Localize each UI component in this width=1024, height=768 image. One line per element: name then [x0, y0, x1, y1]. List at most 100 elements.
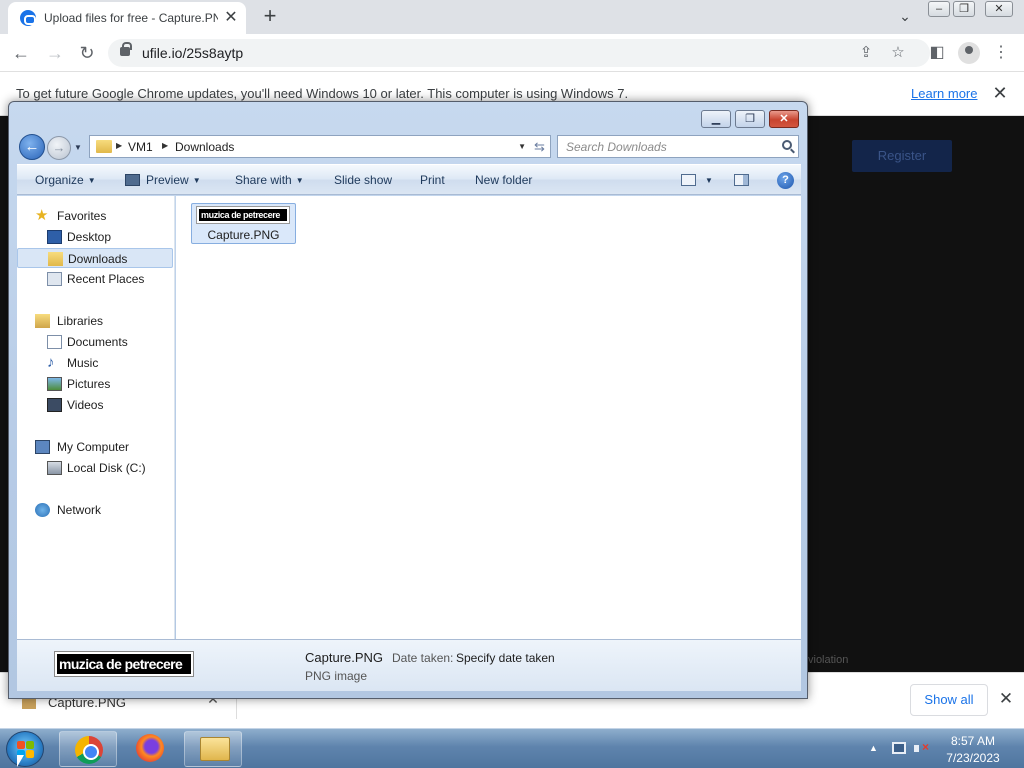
recent-places-icon	[47, 272, 62, 286]
breadcrumb-vm1[interactable]: VM1	[128, 140, 153, 154]
videos-icon	[47, 398, 62, 412]
shelf-close-icon[interactable]: ✕	[996, 689, 1016, 709]
browser-tab[interactable]: Upload files for free - Capture.PNG ✕	[8, 2, 246, 34]
breadcrumb-downloads[interactable]: Downloads	[175, 140, 234, 154]
breadcrumb-arrow-icon[interactable]: ▶	[162, 141, 168, 150]
desktop-icon	[47, 230, 62, 244]
file-item-capture-png[interactable]: muzica de petrecere Capture.PNG	[191, 203, 296, 244]
file-list-pane: muzica de petrecere Capture.PNG	[176, 196, 801, 639]
address-bar[interactable]: ufile.io/25s8aytp ⇪ ☆	[108, 39, 930, 67]
date-taken-value[interactable]: Specify date taken	[456, 651, 555, 665]
reload-icon[interactable]: ↻	[76, 42, 98, 64]
music-icon: ♪	[47, 354, 55, 371]
bookmark-star-icon[interactable]: ☆	[888, 43, 908, 63]
windows-explorer-icon	[200, 737, 230, 761]
nav-downloads[interactable]: Downloads	[17, 248, 173, 268]
chrome-icon	[75, 736, 103, 764]
share-icon[interactable]: ⇪	[856, 43, 876, 63]
documents-icon	[47, 335, 62, 349]
dialog-maximize-button[interactable]: ❐	[735, 110, 765, 128]
back-arrow-icon[interactable]: ←	[10, 42, 32, 64]
slide-show-button[interactable]: Slide show	[334, 173, 392, 187]
nav-local-disk[interactable]: Local Disk (C:)	[17, 458, 173, 478]
side-panel-icon[interactable]: ◧	[926, 42, 948, 64]
close-window-button[interactable]: ✕	[985, 1, 1013, 17]
nav-recent-places[interactable]: Recent Places	[17, 269, 173, 289]
windows-taskbar: ▲ 8:57 AM 7/23/2023	[0, 728, 1024, 768]
nav-desktop[interactable]: Desktop	[17, 227, 173, 247]
forward-arrow-icon[interactable]: →	[44, 42, 66, 64]
libraries-icon	[35, 314, 50, 328]
firefox-icon[interactable]	[136, 734, 164, 762]
file-thumbnail: muzica de petrecere	[197, 207, 289, 223]
file-open-dialog: ▁ ❐ ✕ ← → ▼ ▶ VM1 ▶ Downloads ▼ ⇆ Search…	[8, 101, 808, 699]
new-tab-button[interactable]: +	[258, 5, 282, 29]
infobar-close-icon[interactable]: ✕	[990, 83, 1010, 103]
back-icon[interactable]: ←	[19, 134, 45, 160]
file-name: Capture.PNG	[207, 228, 280, 242]
tab-close-icon[interactable]: ✕	[222, 9, 240, 27]
url-text: ufile.io/25s8aytp	[142, 45, 244, 61]
show-hidden-icons-icon[interactable]: ▲	[869, 743, 878, 753]
learn-more-link[interactable]: Learn more	[911, 86, 977, 101]
ufile-favicon-icon	[20, 10, 36, 26]
address-dropdown-icon[interactable]: ▼	[518, 142, 526, 151]
browser-toolbar: ← → ↻ ufile.io/25s8aytp ⇪ ☆ ◧ ⋮	[0, 34, 1024, 72]
infobar-message: To get future Google Chrome updates, you…	[16, 86, 629, 101]
nav-network[interactable]: Network	[17, 500, 173, 520]
register-button[interactable]: Register	[852, 140, 952, 172]
preview-button[interactable]: Preview ▼	[146, 173, 201, 187]
folder-icon	[96, 140, 112, 153]
help-icon[interactable]: ?	[777, 172, 794, 189]
view-options-dropdown-icon[interactable]: ▼	[705, 176, 713, 185]
navigation-pane: ★ Favorites Desktop Downloads Recent Pla…	[17, 196, 175, 639]
details-file-name: Capture.PNG	[305, 650, 384, 665]
taskbar-explorer-button[interactable]	[184, 731, 242, 767]
tab-strip: Upload files for free - Capture.PNG ✕ + …	[0, 0, 1024, 34]
start-button[interactable]	[6, 731, 44, 767]
refresh-icon[interactable]: ⇆	[529, 135, 551, 158]
dialog-minimize-button[interactable]: ▁	[701, 110, 731, 128]
search-placeholder: Search Downloads	[566, 140, 667, 154]
hard-disk-icon	[47, 461, 62, 475]
nav-libraries[interactable]: Libraries	[17, 311, 173, 331]
minimize-window-button[interactable]: –	[928, 1, 950, 17]
nav-music[interactable]: ♪ Music	[17, 353, 173, 373]
nav-favorites[interactable]: ★ Favorites	[17, 206, 173, 226]
details-preview-thumbnail: muzica de petrecere	[55, 652, 193, 676]
network-icon	[35, 503, 50, 517]
recent-pages-dropdown-icon[interactable]: ▼	[74, 143, 83, 152]
nav-my-computer[interactable]: My Computer	[17, 437, 173, 457]
new-folder-button[interactable]: New folder	[475, 173, 532, 187]
nav-pictures[interactable]: Pictures	[17, 374, 173, 394]
organize-button[interactable]: Organize ▼	[35, 173, 96, 187]
print-button[interactable]: Print	[420, 173, 445, 187]
details-file-type: PNG image	[305, 669, 368, 683]
preview-pane-icon[interactable]	[734, 174, 749, 186]
maximize-window-button[interactable]: ❐	[953, 1, 975, 17]
nav-documents[interactable]: Documents	[17, 332, 173, 352]
preview-icon	[125, 174, 140, 186]
explorer-address-bar[interactable]: ▶ VM1 ▶ Downloads ▼	[89, 135, 531, 158]
tab-search-chevron-icon[interactable]: ⌄	[896, 8, 914, 26]
tab-title: Upload files for free - Capture.PNG	[44, 11, 218, 25]
lock-icon	[120, 42, 132, 56]
computer-icon	[35, 440, 50, 454]
search-downloads-input[interactable]: Search Downloads	[557, 135, 799, 158]
share-with-button[interactable]: Share with ▼	[235, 173, 304, 187]
menu-kebab-icon[interactable]: ⋮	[990, 42, 1012, 64]
clock-date[interactable]: 7/23/2023	[938, 751, 1008, 765]
volume-muted-icon[interactable]	[914, 740, 930, 756]
breadcrumb-arrow-icon[interactable]: ▶	[116, 141, 122, 150]
clock-time[interactable]: 8:57 AM	[938, 734, 1008, 748]
taskbar-chrome-button[interactable]	[59, 731, 117, 767]
show-all-button[interactable]: Show all	[910, 684, 988, 716]
nav-videos[interactable]: Videos	[17, 395, 173, 415]
profile-avatar[interactable]	[958, 42, 980, 64]
dialog-close-button[interactable]: ✕	[769, 110, 799, 128]
search-icon[interactable]	[782, 140, 792, 150]
network-tray-icon[interactable]	[892, 742, 906, 754]
forward-icon[interactable]: →	[47, 136, 71, 160]
change-view-icon[interactable]	[681, 174, 696, 186]
pictures-icon	[47, 377, 62, 391]
